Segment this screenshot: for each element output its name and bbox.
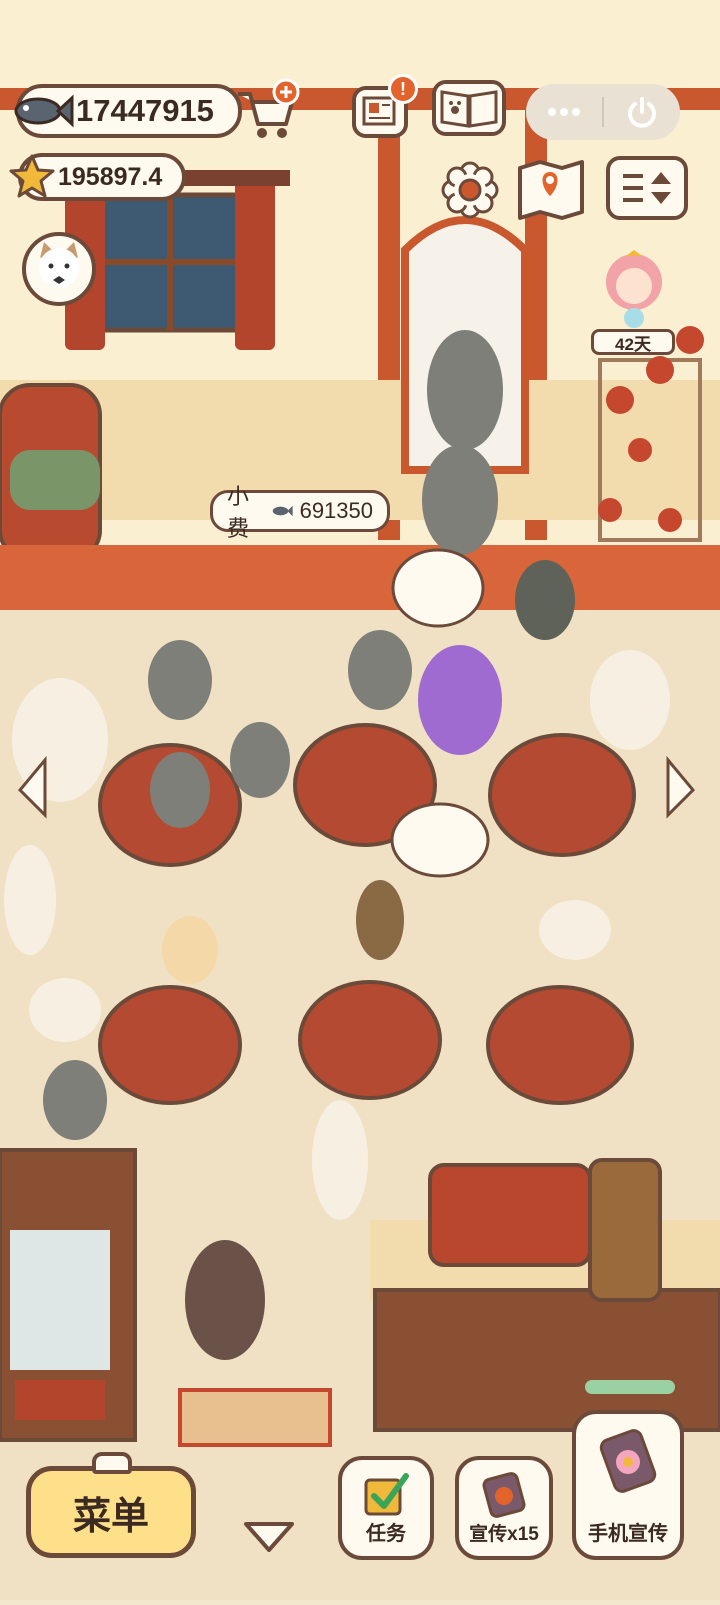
checklist-icon [364, 1473, 409, 1516]
clipboard-clip-icon [92, 1452, 132, 1474]
sofa [0, 383, 102, 562]
tasks-button[interactable]: 任务 [338, 1456, 434, 1560]
restaurant-scene[interactable] [0, 0, 720, 1600]
gear-icon[interactable] [440, 160, 500, 225]
fish-amount: 17447915 [76, 93, 214, 128]
edit-layout-button[interactable] [606, 156, 688, 220]
event-character-button[interactable] [596, 248, 672, 330]
guide-book-button[interactable] [432, 80, 506, 136]
event-girl-icon [606, 250, 662, 328]
shopping-cart-plus-icon[interactable] [232, 78, 300, 147]
system-capsule [526, 84, 680, 140]
menu-button[interactable]: 菜单 [26, 1466, 196, 1558]
bottle-shelf [0, 1148, 137, 1442]
cat-face-icon [39, 242, 79, 288]
more-dots-icon[interactable] [526, 84, 602, 140]
event-days-text: 42天 [615, 334, 651, 354]
tip-label: 小费 [227, 484, 250, 541]
map-icon[interactable] [514, 156, 588, 227]
fish-icon [10, 84, 74, 143]
scene-art [0, 0, 720, 1600]
paw-book-icon [440, 90, 498, 128]
star-amount: 195897.4 [58, 162, 163, 191]
promote-x15-label: 宣传x15 [469, 1524, 539, 1545]
tasks-label: 任务 [366, 1523, 406, 1545]
news-alert-badge: ! [388, 74, 418, 104]
cat-avatar-button[interactable] [22, 232, 96, 306]
power-icon[interactable] [604, 84, 680, 140]
promote-x15-button[interactable]: 宣传x15 [455, 1456, 553, 1560]
star-icon [8, 152, 56, 205]
news-badge-text: ! [400, 78, 406, 99]
menu-label: 菜单 [72, 1495, 149, 1538]
phone-paw-icon [482, 1472, 526, 1518]
phone-promote-icon [599, 1429, 657, 1493]
event-days-badge: 42天 [591, 329, 675, 355]
edit-layout-icon [623, 172, 671, 204]
phone-promote-label: 手机宣传 [588, 1523, 668, 1545]
fish-icon [272, 505, 293, 517]
chevron-down-icon[interactable] [240, 1516, 298, 1561]
tip-bubble[interactable]: 小费 691350 [210, 484, 390, 541]
tip-amount: 691350 [299, 498, 373, 523]
phone-promote-button[interactable]: 手机宣传 [572, 1410, 684, 1560]
